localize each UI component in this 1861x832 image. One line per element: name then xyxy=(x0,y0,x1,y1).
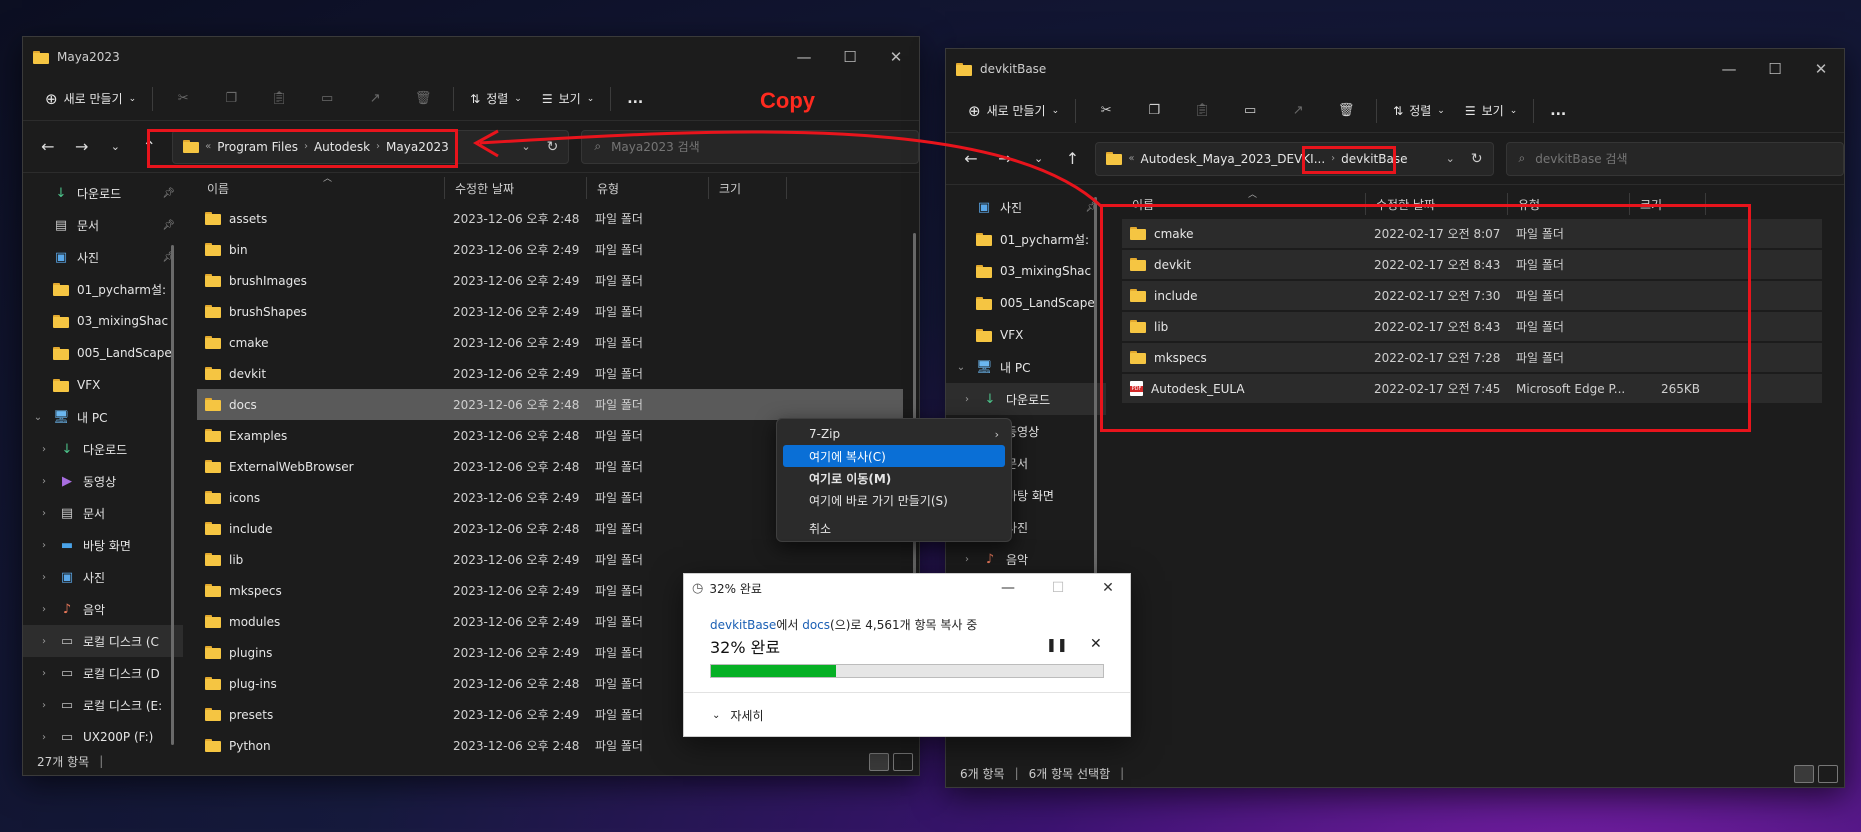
annotation-arrow xyxy=(472,129,1104,209)
annotation-arrow-line xyxy=(479,130,1104,209)
